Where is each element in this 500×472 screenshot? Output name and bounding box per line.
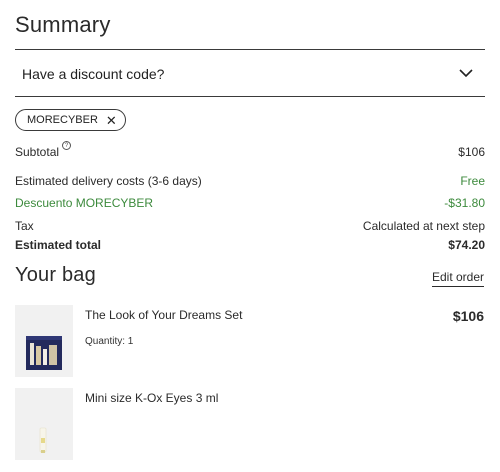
discount-code-label: Have a discount code?: [22, 65, 165, 82]
discount-value: -$31.80: [444, 196, 485, 210]
subtotal-row: Subtotal ? $106: [15, 141, 485, 159]
discount-label: Descuento MORECYBER: [15, 196, 154, 210]
remove-discount-icon[interactable]: ✕: [106, 114, 117, 127]
subtotal-value: $106: [458, 145, 485, 159]
product-price: $106: [452, 308, 484, 324]
divider: [15, 96, 485, 97]
chevron-down-icon: [459, 67, 473, 81]
product-quantity: Quantity: 1: [85, 336, 134, 347]
divider: [15, 49, 485, 50]
info-icon[interactable]: ?: [62, 141, 72, 150]
discount-row: Descuento MORECYBER -$31.80: [15, 196, 485, 210]
product-thumbnail[interactable]: [15, 388, 73, 460]
bag-title: Your bag: [15, 264, 96, 286]
product-set-box-image: [26, 336, 62, 370]
product-name[interactable]: The Look of Your Dreams Set: [85, 308, 242, 322]
tax-value: Calculated at next step: [362, 219, 485, 233]
tax-row: Tax Calculated at next step: [15, 219, 485, 233]
applied-discount-code: MORECYBER: [27, 114, 98, 126]
estimated-total-value: $74.20: [448, 238, 485, 252]
summary-title: Summary: [15, 12, 111, 37]
tax-label: Tax: [15, 219, 34, 233]
estimated-total-row: Estimated total $74.20: [15, 238, 485, 252]
delivery-value: Free: [460, 174, 485, 188]
applied-discount-chip: MORECYBER ✕: [15, 109, 126, 131]
edit-order-link[interactable]: Edit order: [431, 270, 484, 287]
estimated-total-label: Estimated total: [15, 238, 102, 252]
product-name[interactable]: Mini size K-Ox Eyes 3 ml: [85, 391, 218, 405]
delivery-row: Estimated delivery costs (3-6 days) Free: [15, 174, 485, 188]
product-thumbnail[interactable]: [15, 305, 73, 377]
delivery-label: Estimated delivery costs (3-6 days): [15, 174, 202, 188]
product-mini-tube-image: [39, 427, 47, 453]
discount-code-toggle[interactable]: Have a discount code?: [15, 51, 485, 96]
subtotal-label: Subtotal: [15, 145, 60, 159]
